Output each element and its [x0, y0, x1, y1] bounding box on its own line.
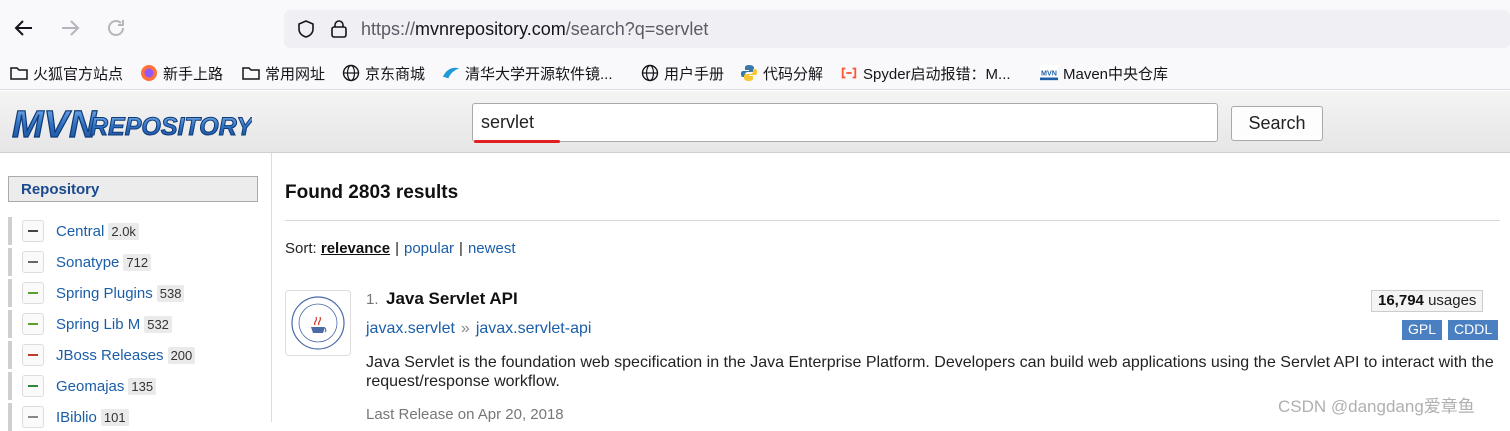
firefox-icon: [140, 64, 158, 82]
sort-popular[interactable]: popular: [404, 240, 454, 257]
svg-text:MVN: MVN: [1041, 69, 1057, 78]
lock-icon[interactable]: [330, 19, 348, 39]
java-community-process-icon[interactable]: [285, 290, 351, 356]
sidebar-item-count: 2.0k: [108, 222, 139, 240]
sidebar-item-count: 135: [128, 377, 157, 395]
python-icon: [740, 64, 758, 82]
csdn-icon: [840, 64, 858, 82]
sidebar-item-geomajas[interactable]: Geomajas 135: [8, 372, 258, 400]
svg-text:REPOSITORY: REPOSITORY: [90, 113, 252, 141]
license-badge-gpl[interactable]: GPL: [1402, 320, 1443, 340]
shield-icon[interactable]: [296, 19, 316, 39]
sidebar: Repository Central 2.0k Sonatype 712 Spring …: [0, 153, 272, 431]
last-release: Last Release on Apr 20, 2018: [366, 406, 564, 423]
sidebar-item-count: 532: [144, 315, 172, 333]
sidebar-item-count: 101: [100, 408, 129, 426]
sidebar-item-count: 200: [167, 346, 196, 364]
reload-icon: [108, 20, 124, 36]
sort-newest[interactable]: newest: [468, 240, 516, 257]
sidebar-item-count: 712: [123, 253, 152, 271]
divider: [285, 220, 1500, 221]
repository-icon: [22, 313, 44, 335]
bookmark-4[interactable]: 清华大学开源软件镜...: [442, 62, 613, 84]
globe-icon: [641, 64, 659, 82]
sidebar-item-label: Spring Plugins: [56, 284, 153, 302]
bookmark-8[interactable]: MVN Maven中央仓库: [1040, 62, 1168, 84]
sidebar-item-label: Geomajas: [56, 377, 125, 395]
results-title: Found 2803 results: [285, 182, 459, 203]
repository-icon: [22, 220, 44, 242]
bookmark-6[interactable]: 代码分解: [740, 62, 823, 84]
repository-icon: [22, 344, 44, 366]
globe-icon: [342, 64, 360, 82]
sidebar-item-label: Spring Lib M: [56, 315, 141, 333]
sort-relevance[interactable]: relevance: [321, 240, 390, 257]
sort-label: Sort:: [285, 240, 317, 257]
browser-toolbar: https://mvnrepository.com/search?q=servl…: [0, 0, 1510, 56]
folder-icon: [242, 64, 260, 82]
mvn-icon: MVN: [1040, 64, 1058, 82]
folder-icon: [10, 64, 28, 82]
repository-icon: [22, 375, 44, 397]
sidebar-item-label: JBoss Releases: [56, 346, 164, 364]
sidebar-item-ibiblio[interactable]: IBiblio 101: [8, 403, 258, 431]
sidebar-item-jboss-releases[interactable]: JBoss Releases 200: [8, 341, 258, 369]
search-button[interactable]: Search: [1231, 106, 1323, 141]
bookmark-2[interactable]: 常用网址: [242, 62, 325, 84]
bookmarks-bar: 火狐官方站点 新手上路 常用网址 京东商城 清华大学开源软件镜... 用户手册 …: [0, 56, 1510, 90]
sort-bar: Sort: relevance | popular | newest: [285, 240, 516, 257]
back-button[interactable]: [10, 14, 38, 42]
back-arrow-icon: [14, 20, 32, 36]
search-input[interactable]: [472, 103, 1218, 142]
repository-heading: Repository: [8, 176, 258, 202]
result-number: 1.: [366, 291, 379, 308]
bookmark-3[interactable]: 京东商城: [342, 62, 425, 84]
svg-text:MVN: MVN: [12, 104, 98, 146]
sidebar-item-sonatype[interactable]: Sonatype 712: [8, 248, 258, 276]
watermark: CSDN @dangdang爱章鱼: [1278, 397, 1475, 416]
artifact-id-link[interactable]: javax.servlet-api: [476, 320, 592, 337]
sidebar-item-label: Sonatype: [56, 253, 120, 271]
highlight-underline: [474, 140, 560, 143]
result-title-link[interactable]: Java Servlet API: [386, 289, 518, 309]
bookmark-0[interactable]: 火狐官方站点: [10, 62, 123, 84]
repository-icon: [22, 251, 44, 273]
result-description: Java Servlet is the foundation web speci…: [366, 354, 1494, 390]
sidebar-item-spring-plugins[interactable]: Spring Plugins 538: [8, 279, 258, 307]
result-coordinates: javax.servlet» javax.servlet-api: [366, 320, 592, 337]
bookmark-5[interactable]: 用户手册: [641, 62, 724, 84]
forward-button[interactable]: [56, 14, 84, 42]
forward-arrow-icon: [62, 20, 80, 36]
sidebar-item-central[interactable]: Central 2.0k: [8, 217, 258, 245]
bookmark-1[interactable]: 新手上路: [140, 62, 223, 84]
repository-icon: [22, 406, 44, 428]
sidebar-item-label: IBiblio: [56, 408, 97, 426]
reload-button[interactable]: [102, 14, 130, 42]
usage-badge: 16,794 usages: [1371, 290, 1484, 312]
license-badge-cddl[interactable]: CDDL: [1448, 320, 1499, 340]
group-id-link[interactable]: javax.servlet: [366, 320, 455, 337]
mvnrepository-logo[interactable]: MVN REPOSITORY: [12, 99, 252, 147]
url-text: https://mvnrepository.com/search?q=servl…: [361, 19, 709, 39]
sidebar-item-count: 538: [156, 284, 185, 302]
bookmark-7[interactable]: Spyder启动报错：M...: [840, 62, 1011, 84]
mirror-icon: [442, 64, 460, 82]
sidebar-item-label: Central: [56, 222, 105, 240]
repository-icon: [22, 282, 44, 304]
sidebar-item-spring-lib-m[interactable]: Spring Lib M 532: [8, 310, 258, 338]
site-header: MVN REPOSITORY Search: [0, 91, 1510, 153]
address-bar[interactable]: https://mvnrepository.com/search?q=servl…: [284, 10, 1510, 48]
